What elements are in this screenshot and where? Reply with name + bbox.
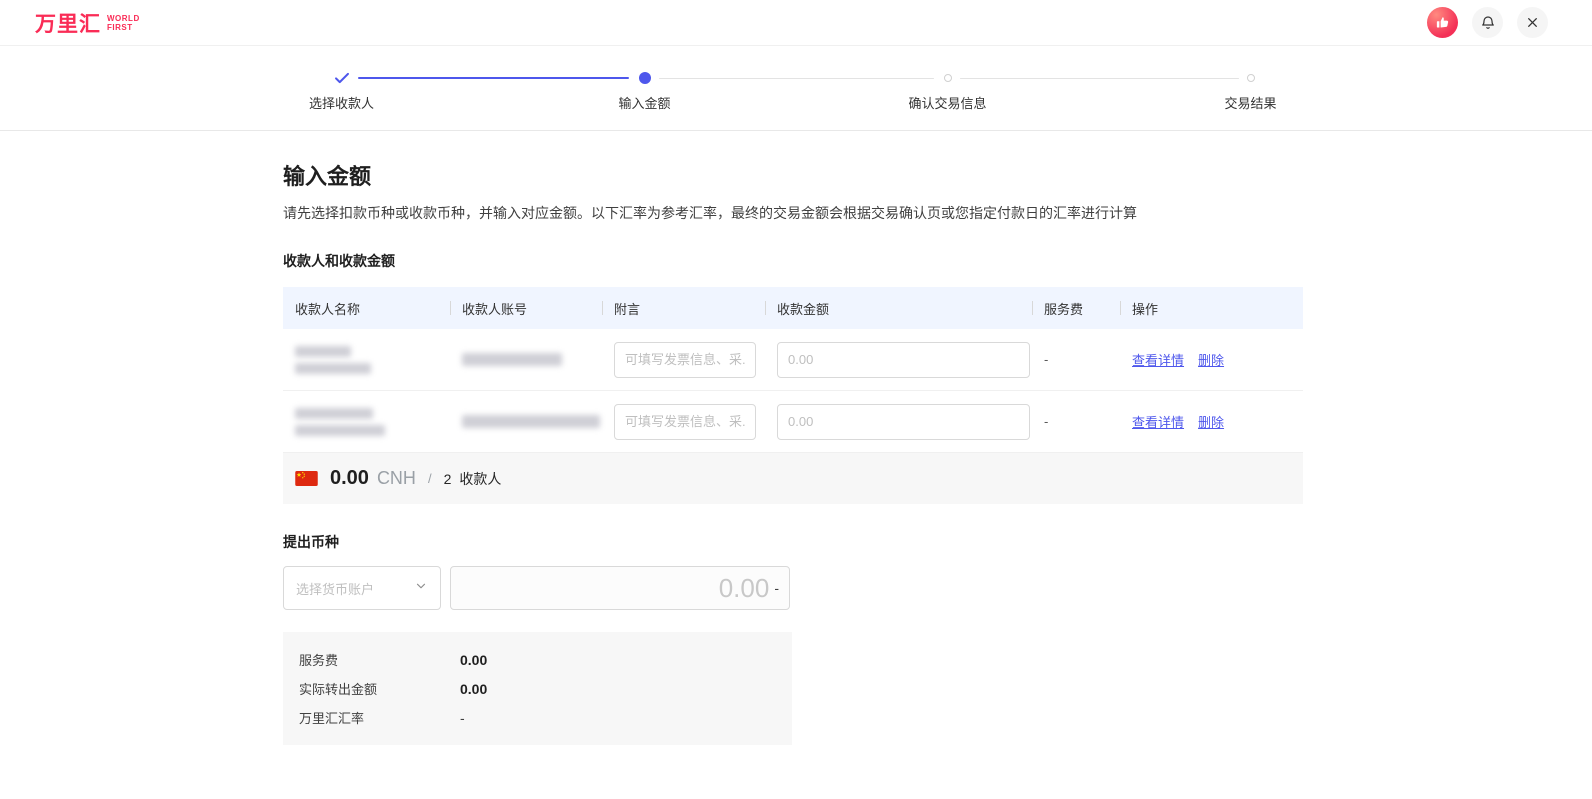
worldfirst-logo[interactable]: 万里汇 WORLD FIRST xyxy=(35,8,140,38)
feedback-button[interactable] xyxy=(1427,7,1458,38)
fee-value: - xyxy=(1032,352,1120,367)
view-detail-link[interactable]: 查看详情 xyxy=(1132,412,1184,431)
amount-cell xyxy=(765,404,1032,440)
recipient-name-redacted xyxy=(283,346,450,374)
step-confirm-info: 确认交易信息 xyxy=(838,70,1058,112)
step-label: 选择收款人 xyxy=(232,93,452,112)
slash-separator: / xyxy=(428,471,432,486)
fee-value: - xyxy=(1032,414,1120,429)
step-pending-dot-icon xyxy=(944,74,952,82)
memo-input[interactable] xyxy=(614,342,756,378)
table-row: - 查看详情 删除 xyxy=(283,391,1303,453)
page-title: 输入金额 xyxy=(283,159,1303,191)
totals-label: 万里汇汇率 xyxy=(299,708,460,727)
view-detail-link[interactable]: 查看详情 xyxy=(1132,350,1184,369)
china-flag-icon xyxy=(295,471,318,486)
totals-box: 服务费 0.00 实际转出金额 0.00 万里汇汇率 - xyxy=(283,632,792,745)
col-header-actions: 操作 xyxy=(1120,299,1303,318)
stepper-band: 选择收款人 输入金额 确认交易信息 交易结果 xyxy=(0,46,1592,131)
table-header-row: 收款人名称 收款人账号 附言 收款金额 服务费 操作 xyxy=(283,287,1303,329)
recipient-account-redacted xyxy=(450,353,602,366)
totals-row-actual-amount: 实际转出金额 0.00 xyxy=(299,674,776,703)
memo-input[interactable] xyxy=(614,404,756,440)
totals-row-exchange-rate: 万里汇汇率 - xyxy=(299,703,776,732)
table-row: - 查看详情 删除 xyxy=(283,329,1303,391)
step-select-recipient: 选择收款人 xyxy=(232,70,452,112)
receive-amount-input[interactable] xyxy=(777,342,1030,378)
select-placeholder: 选择货币账户 xyxy=(296,579,374,598)
col-header-recipient-name: 收款人名称 xyxy=(283,299,450,318)
row-actions: 查看详情 删除 xyxy=(1120,412,1303,431)
logo-en-text: WORLD FIRST xyxy=(107,14,140,32)
totals-row-fee: 服务费 0.00 xyxy=(299,645,776,674)
logo-cn-text: 万里汇 xyxy=(35,8,101,38)
top-bar: 万里汇 WORLD FIRST xyxy=(0,0,1592,46)
totals-label: 实际转出金额 xyxy=(299,679,460,698)
currency-account-select[interactable]: 选择货币账户 xyxy=(283,566,441,610)
topbar-icons xyxy=(1427,7,1548,38)
withdraw-amount-suffix: - xyxy=(774,580,779,596)
step-label: 输入金额 xyxy=(535,93,755,112)
step-completed-check-icon xyxy=(232,70,452,86)
col-header-memo: 附言 xyxy=(602,299,765,318)
step-active-dot-icon xyxy=(639,72,651,84)
close-button[interactable] xyxy=(1517,7,1548,38)
total-amount: 0.00 xyxy=(330,467,369,490)
memo-cell xyxy=(602,342,765,378)
step-enter-amount: 输入金额 xyxy=(535,70,755,112)
recipient-account-redacted xyxy=(450,415,602,428)
amount-cell xyxy=(765,342,1032,378)
recipient-count: 2 xyxy=(444,471,452,487)
totals-value: - xyxy=(460,710,465,726)
totals-label: 服务费 xyxy=(299,650,460,669)
step-label: 交易结果 xyxy=(1141,93,1361,112)
notifications-button[interactable] xyxy=(1472,7,1503,38)
col-header-amount: 收款金额 xyxy=(765,299,1032,318)
bell-icon xyxy=(1480,15,1496,31)
withdraw-currency-section: 提出币种 选择货币账户 0.00 - xyxy=(283,532,1303,610)
receive-amount-input[interactable] xyxy=(777,404,1030,440)
close-icon xyxy=(1526,16,1539,29)
main-content: 输入金额 请先选择扣款币种或收款币种，并输入对应金额。以下汇率为参考汇率，最终的… xyxy=(283,159,1303,799)
recipients-section-title: 收款人和收款金额 xyxy=(283,251,1303,271)
row-actions: 查看详情 删除 xyxy=(1120,350,1303,369)
chevron-down-icon xyxy=(414,579,428,598)
total-summary-row: 0.00 CNH / 2 收款人 xyxy=(283,453,1303,504)
delete-link[interactable]: 删除 xyxy=(1198,412,1224,431)
totals-value: 0.00 xyxy=(460,681,487,697)
col-header-recipient-account: 收款人账号 xyxy=(450,299,602,318)
totals-value: 0.00 xyxy=(460,652,487,668)
step-pending-dot-icon xyxy=(1247,74,1255,82)
page-subtitle: 请先选择扣款币种或收款币种，并输入对应金额。以下汇率为参考汇率，最终的交易金额会… xyxy=(283,203,1303,223)
recipient-name-redacted xyxy=(283,408,450,436)
recipients-table: 收款人名称 收款人账号 附言 收款金额 服务费 操作 xyxy=(283,287,1303,504)
delete-link[interactable]: 删除 xyxy=(1198,350,1224,369)
step-label: 确认交易信息 xyxy=(838,93,1058,112)
memo-cell xyxy=(602,404,765,440)
withdraw-amount-input[interactable]: 0.00 - xyxy=(450,566,790,610)
col-header-fee: 服务费 xyxy=(1032,299,1120,318)
step-result: 交易结果 xyxy=(1141,70,1361,112)
recipient-count-label: 收款人 xyxy=(459,469,501,489)
thumb-up-icon xyxy=(1435,15,1450,30)
withdraw-amount-value: 0.00 xyxy=(719,573,770,604)
withdraw-section-title: 提出币种 xyxy=(283,532,1303,552)
total-currency: CNH xyxy=(377,468,416,489)
transfer-stepper: 选择收款人 输入金额 确认交易信息 交易结果 xyxy=(190,46,1402,131)
